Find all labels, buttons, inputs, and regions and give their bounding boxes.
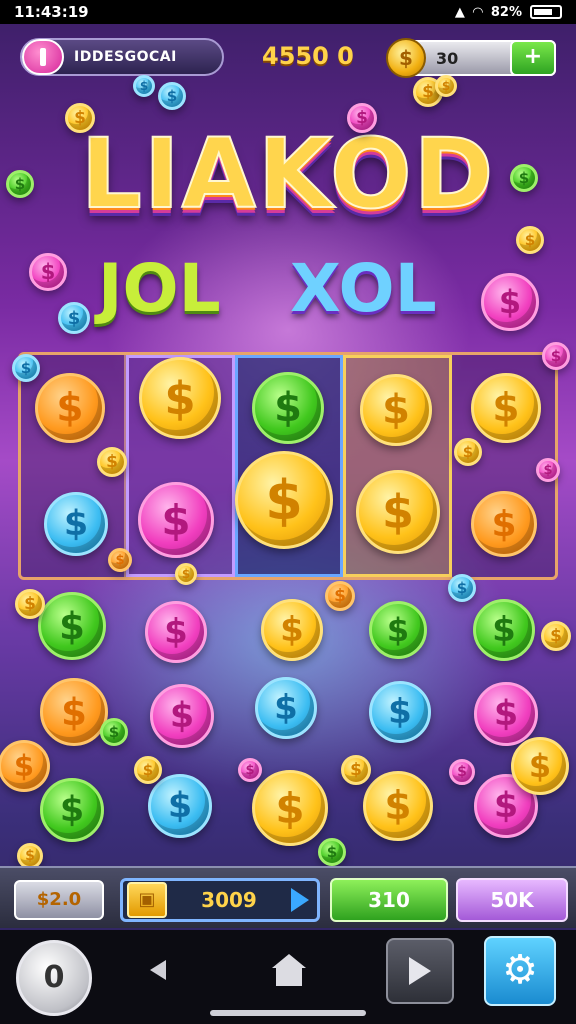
coin-icon: $ (134, 756, 162, 784)
game-screen: 11:43:19 ▲ ◠ 82% IDDESGOCAI 4550 0 $ 30 … (0, 0, 576, 1024)
add-coins-button[interactable]: + (510, 40, 556, 76)
coin-icon: $ (471, 491, 537, 557)
wifi-icon: ◠ (472, 4, 483, 20)
coin-icon: $ (58, 302, 90, 334)
battery-percent: 82% (490, 4, 522, 20)
coin-icon: $ (158, 82, 186, 110)
back-icon[interactable] (150, 960, 166, 980)
coin-icon: $ (325, 581, 355, 611)
coin-icon: $ (474, 682, 538, 746)
coin-icon: $ (369, 681, 431, 743)
play-arrow-icon[interactable] (291, 888, 309, 912)
coin-balance: $ 30 + (386, 38, 556, 78)
coin-icon: $ (235, 451, 333, 549)
next-button[interactable] (386, 938, 454, 1004)
coin-icon: $ (481, 273, 539, 331)
coin-icon: $ (139, 357, 221, 439)
coin-icon: $ (542, 342, 570, 370)
spin-button[interactable]: 310 (330, 878, 448, 922)
coin-icon: $ (6, 170, 34, 198)
bottom-hud: $2.0 ▣ 3009 310 50K (0, 866, 576, 928)
coin-icon: $ (363, 771, 433, 841)
coin-icon: $ (238, 758, 262, 782)
coin-icon: $ (347, 103, 377, 133)
coin-icon: $ (516, 226, 544, 254)
coin-icon: $ (360, 374, 432, 446)
coin-icon: $ (138, 482, 214, 558)
battery-icon (530, 5, 562, 19)
coin-icon: $ (454, 438, 482, 466)
coin-icon: $ (448, 574, 476, 602)
coin-icon: $ (369, 601, 427, 659)
coin-icon: $ (255, 677, 317, 739)
coin-icon: $ (318, 838, 346, 866)
coin-icon: $ (38, 592, 106, 660)
coin-icon: $ (261, 599, 323, 661)
coin-icon: $ (40, 678, 108, 746)
coin-icon: $ (65, 103, 95, 133)
coin-icon: $ (44, 492, 108, 556)
coin-icon: $ (386, 38, 426, 78)
coin-icon: $ (473, 599, 535, 661)
coin-icon: $ (145, 601, 207, 663)
coin-icon: $ (449, 759, 475, 785)
menu-round-button[interactable]: 0 (16, 940, 92, 1016)
coin-icon: $ (35, 373, 105, 443)
forward-icon (409, 957, 431, 985)
pause-button[interactable] (22, 39, 64, 75)
win-display: ▣ 3009 (120, 878, 320, 922)
player-name: IDDESGOCAI (74, 49, 177, 65)
coin-icon: $ (148, 774, 212, 838)
coin-icon: $ (133, 75, 155, 97)
top-hud: IDDESGOCAI 4550 0 $ 30 + (0, 36, 576, 80)
pause-icon (40, 48, 46, 66)
settings-button[interactable]: ⚙ (484, 936, 556, 1006)
auto-button[interactable]: 50K (456, 878, 568, 922)
chest-icon: ▣ (127, 882, 167, 918)
coin-icon: $ (471, 373, 541, 443)
coin-icon: $ (341, 755, 371, 785)
coin-icon: $ (0, 740, 50, 792)
coin-icon: $ (175, 563, 197, 585)
coin-icon: $ (511, 737, 569, 795)
coin-icon: $ (252, 770, 328, 846)
coin-icon: $ (108, 548, 132, 572)
bet-amount[interactable]: $2.0 (14, 880, 104, 920)
gesture-bar (210, 1010, 366, 1016)
coin-icon: $ (97, 447, 127, 477)
status-bar: 11:43:19 ▲ ◠ 82% (0, 0, 576, 24)
coin-icon: $ (40, 778, 104, 842)
coin-icon: $ (100, 718, 128, 746)
score-display: 4550 0 (262, 42, 354, 70)
coin-icon: $ (510, 164, 538, 192)
coin-icon: $ (541, 621, 571, 651)
coin-icon: $ (15, 589, 45, 619)
coin-count: 30 (436, 48, 459, 68)
coin-icon: $ (150, 684, 214, 748)
subtitle-right: XOL (290, 250, 437, 327)
coin-icon: $ (536, 458, 560, 482)
coin-icon: $ (29, 253, 67, 291)
status-icons: ▲ ◠ 82% (455, 5, 562, 20)
coin-icon: $ (435, 75, 457, 97)
status-time: 11:43:19 (14, 3, 89, 21)
gear-icon: ⚙ (502, 947, 538, 993)
home-icon[interactable] (272, 954, 306, 986)
subtitle-left: JOL (98, 250, 221, 327)
win-value: 3009 (201, 888, 257, 912)
coin-icon: $ (12, 354, 40, 382)
coin-icon: $ (252, 372, 324, 444)
game-title: LIAKOD (80, 117, 496, 231)
coin-icon: $ (356, 470, 440, 554)
signal-icon: ▲ (454, 4, 465, 20)
